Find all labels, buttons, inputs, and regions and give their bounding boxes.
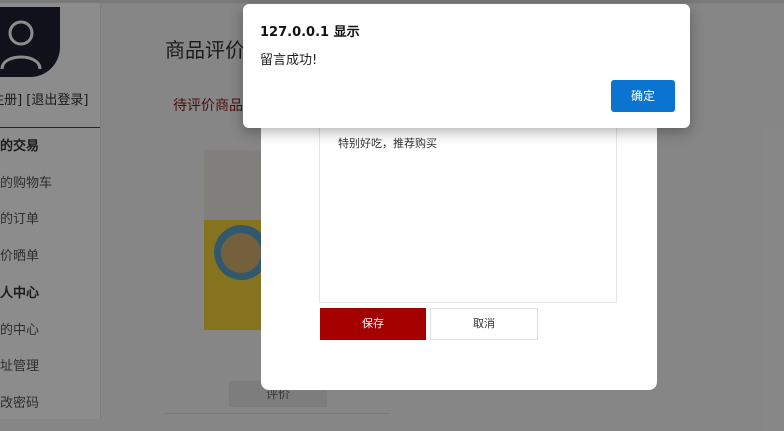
save-button[interactable]: 保存: [320, 308, 426, 340]
alert-message: 留言成功!: [260, 53, 318, 68]
alert-ok-button[interactable]: 确定: [611, 80, 675, 112]
comment-textarea[interactable]: 特别好吃，推荐购买: [319, 125, 617, 303]
browser-alert-dialog: 127.0.0.1 显示 留言成功! 确定: [243, 4, 690, 128]
cancel-button[interactable]: 取消: [430, 308, 538, 340]
alert-title: 127.0.0.1 显示: [260, 25, 360, 40]
review-modal: 特别好吃，推荐购买 保存 取消: [261, 100, 657, 390]
